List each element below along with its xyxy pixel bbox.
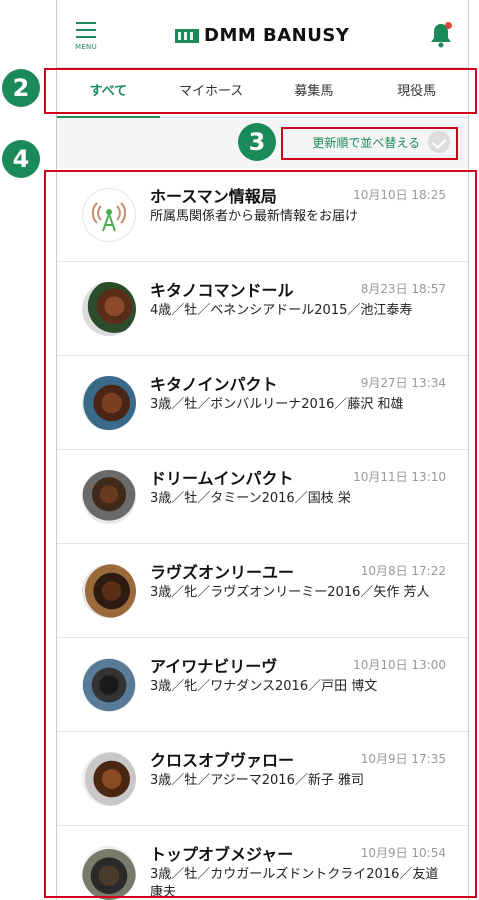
logo-text: DMM BANUSY xyxy=(204,25,350,46)
app-logo[interactable]: DMM BANUSY xyxy=(175,25,349,46)
menu-button[interactable]: MENU xyxy=(73,20,99,56)
notification-badge xyxy=(445,22,452,29)
hamburger-icon-bar xyxy=(76,29,96,31)
annotation-badge-list: 4 xyxy=(2,140,40,178)
sort-highlight-box xyxy=(281,127,458,160)
menu-label: MENU xyxy=(74,43,98,51)
tabs-highlight-box xyxy=(44,68,477,114)
notification-button[interactable] xyxy=(430,22,452,48)
app-header: MENU DMM BANUSY xyxy=(57,0,468,68)
hamburger-icon-bar xyxy=(76,36,96,38)
hamburger-icon xyxy=(76,22,96,24)
logo-mark-icon xyxy=(175,28,199,43)
annotation-badge-sort: 3 xyxy=(238,123,276,161)
annotation-badge-tabs: 2 xyxy=(2,69,40,107)
list-highlight-box xyxy=(44,170,477,898)
